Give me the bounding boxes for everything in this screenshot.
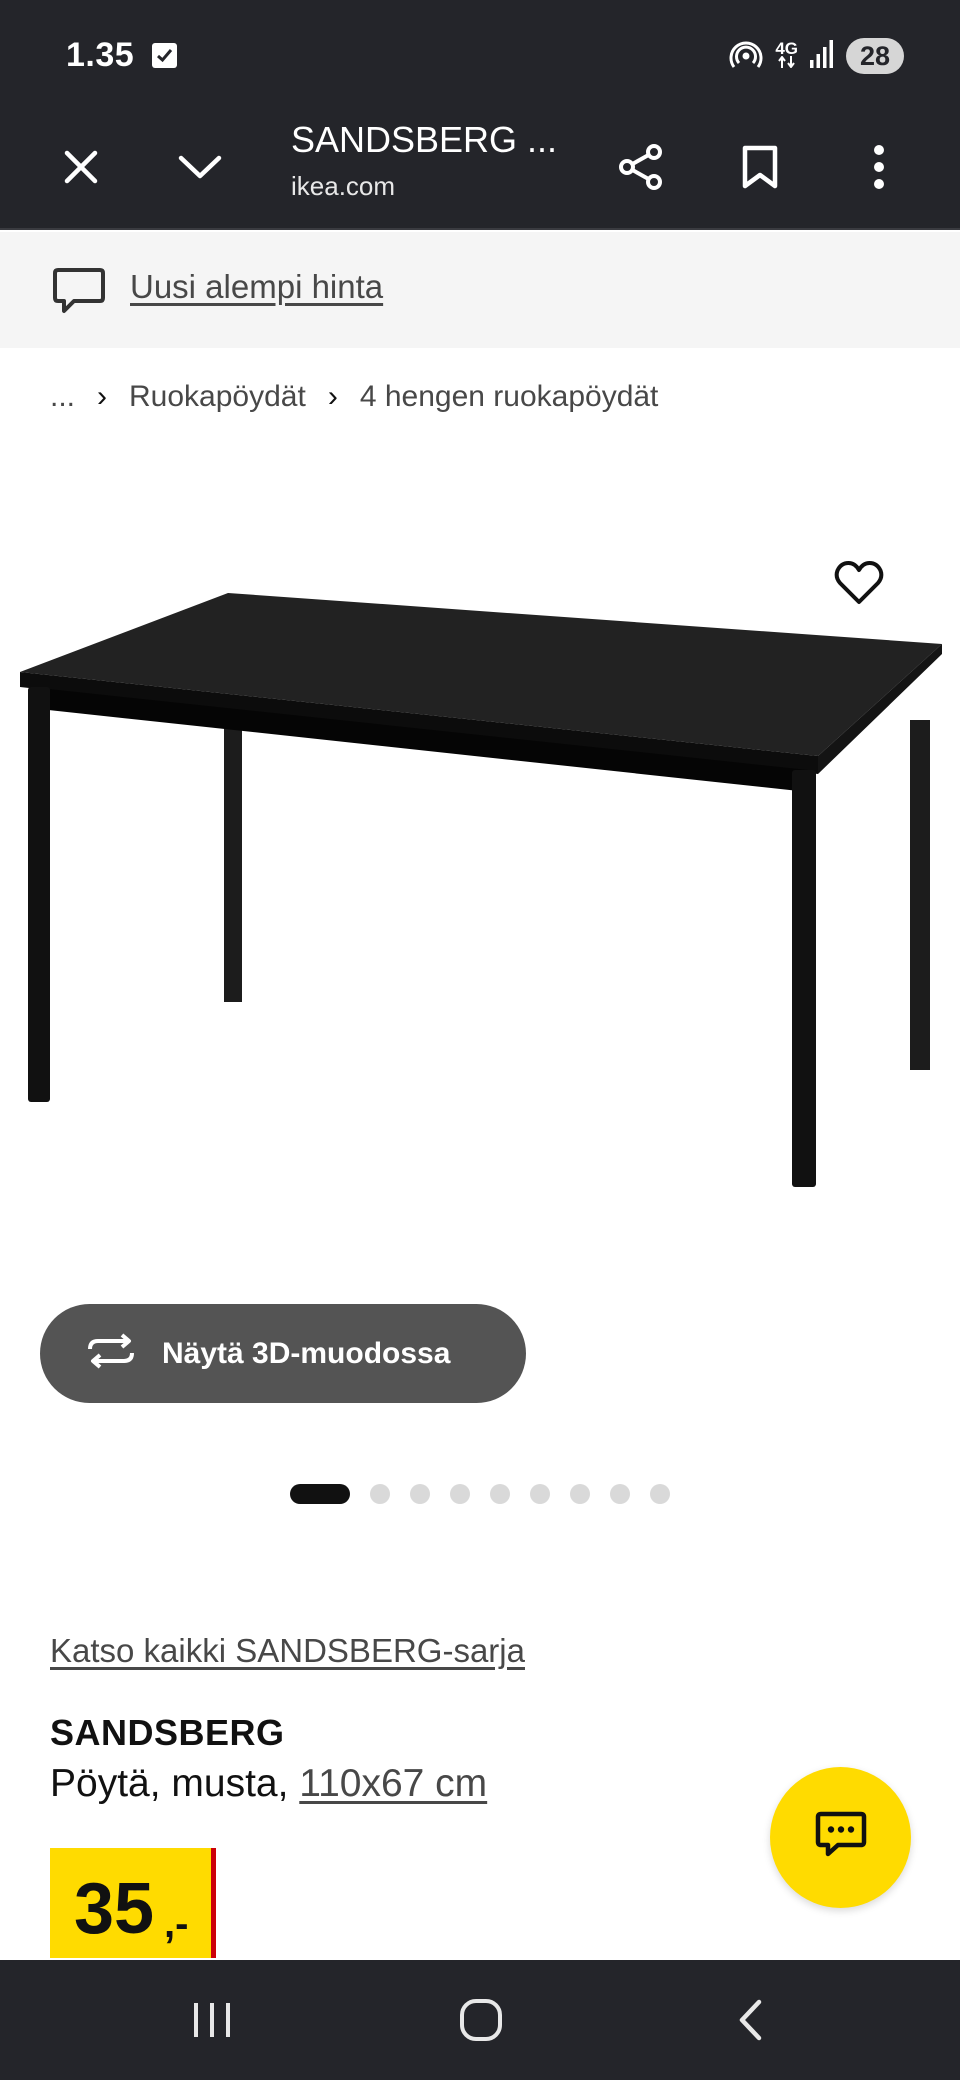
rotate-3d-icon <box>84 1333 138 1374</box>
product-name: SANDSBERG <box>50 1712 285 1753</box>
status-time: 1.35 <box>66 36 135 74</box>
status-icons: 4G 28 <box>729 38 904 74</box>
battery-indicator: 28 <box>846 38 904 74</box>
status-bar: 1.35 4G 28 <box>0 0 960 105</box>
network-4g-icon: 4G <box>775 40 798 70</box>
hotspot-icon <box>729 39 763 74</box>
heart-icon[interactable] <box>834 560 884 610</box>
bookmark-icon[interactable] <box>728 135 792 199</box>
carousel-dot[interactable] <box>570 1484 590 1504</box>
breadcrumb-separator: › <box>97 380 108 413</box>
breadcrumb-item-dining-tables[interactable]: Ruokapöydät <box>129 380 306 414</box>
product-description: Pöytä, musta, 110x67 cm <box>50 1762 487 1806</box>
speech-bubble-icon <box>52 266 106 321</box>
carousel-dot[interactable] <box>530 1484 550 1504</box>
price-suffix: ,- <box>164 1902 189 1946</box>
chat-button[interactable] <box>770 1767 911 1908</box>
carousel-dot[interactable] <box>490 1484 510 1504</box>
price-integer: 35 <box>74 1869 155 1949</box>
chevron-down-icon[interactable] <box>168 135 232 199</box>
breadcrumb: ... › Ruokapöydät › 4 hengen ruokapöydät <box>50 380 658 414</box>
carousel-dot-active[interactable] <box>290 1484 350 1504</box>
carousel-dot[interactable] <box>410 1484 430 1504</box>
carousel-dot[interactable] <box>450 1484 470 1504</box>
price-banner: Uusi alempi hinta <box>0 232 960 348</box>
recent-apps-icon[interactable] <box>182 1990 242 2050</box>
breadcrumb-separator: › <box>327 380 338 413</box>
view-3d-button[interactable]: Näytä 3D-muodossa <box>40 1304 526 1403</box>
carousel-dot[interactable] <box>650 1484 670 1504</box>
browser-toolbar: SANDSBERG ... ikea.com <box>0 105 960 230</box>
breadcrumb-item-4-person-tables[interactable]: 4 hengen ruokapöydät <box>360 380 659 414</box>
new-lower-price-link[interactable]: Uusi alempi hinta <box>130 268 383 306</box>
more-vert-icon[interactable] <box>847 135 911 199</box>
price-tag: 35 ,- <box>50 1848 216 1958</box>
product-dimensions-link[interactable]: 110x67 cm <box>299 1762 487 1805</box>
page-title[interactable]: SANDSBERG ... <box>291 119 557 161</box>
close-icon[interactable] <box>49 135 113 199</box>
series-link[interactable]: Katso kaikki SANDSBERG-sarja <box>50 1632 525 1670</box>
checkbox-notification-icon <box>152 43 177 68</box>
page-url[interactable]: ikea.com <box>291 171 395 202</box>
carousel-indicator <box>290 1484 670 1504</box>
share-icon[interactable] <box>609 135 673 199</box>
home-icon[interactable] <box>451 1990 511 2050</box>
system-navigation-bar <box>0 1960 960 2080</box>
chat-icon <box>814 1810 868 1865</box>
back-icon[interactable] <box>720 1990 780 2050</box>
view-3d-label: Näytä 3D-muodossa <box>162 1336 451 1370</box>
carousel-dot[interactable] <box>610 1484 630 1504</box>
breadcrumb-ellipsis[interactable]: ... <box>50 380 75 414</box>
product-description-text: Pöytä, musta, <box>50 1762 289 1805</box>
carousel-dot[interactable] <box>370 1484 390 1504</box>
signal-icon <box>810 39 834 73</box>
product-image[interactable] <box>0 580 960 1350</box>
